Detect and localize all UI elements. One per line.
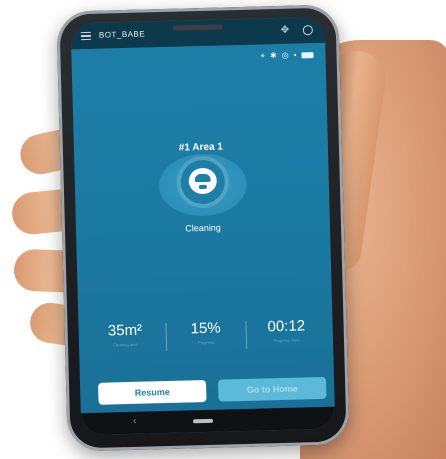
location-icon: ⌖ <box>260 51 266 61</box>
smartphone: BOT_BABE ✥ ⌖ ✱ ◎ • #1 Area 1 Cleaning 35… <box>56 4 350 452</box>
go-to-home-button[interactable]: Go to Home <box>217 376 327 402</box>
stat-progress: 15% Progress <box>165 319 247 361</box>
menu-icon[interactable] <box>80 31 92 41</box>
signal-icon: • <box>293 50 297 60</box>
photo-stage: BOT_BABE ✥ ⌖ ✱ ◎ • #1 Area 1 Cleaning 35… <box>0 0 446 459</box>
system-nav-bar: ‹ <box>80 406 336 436</box>
app-title: BOT_BABE <box>98 29 146 40</box>
stat-caption: Progress Time <box>273 337 300 344</box>
stat-caption: Progress <box>197 339 215 346</box>
back-icon[interactable]: ‹ <box>133 416 137 427</box>
robot-vacuum-icon <box>188 167 218 195</box>
bluetooth-icon: ✱ <box>269 51 277 61</box>
status-icons: ⌖ ✱ ◎ • <box>260 50 314 61</box>
stat-value: 35m² <box>107 321 143 340</box>
robot-status-halo <box>158 152 248 218</box>
phone-speaker <box>172 24 223 31</box>
settings-icon[interactable] <box>302 25 313 36</box>
stat-value: 00:12 <box>267 317 306 336</box>
stat-value: 15% <box>190 319 221 338</box>
home-indicator[interactable] <box>193 418 214 424</box>
wifi-icon: ◎ <box>281 50 289 60</box>
top-bar: BOT_BABE ✥ <box>70 16 326 50</box>
cleaning-status: Cleaning <box>185 222 221 234</box>
app-screen: BOT_BABE ✥ ⌖ ✱ ◎ • #1 Area 1 Cleaning 35… <box>70 16 336 436</box>
battery-icon <box>301 52 314 59</box>
stat-caption: Cleaning area <box>112 341 138 348</box>
stat-cleaning-area: 35m² Cleaning area <box>84 321 166 363</box>
resume-button[interactable]: Resume <box>98 379 207 405</box>
stat-progress-time: 00:12 Progress Time <box>246 317 328 359</box>
robot-ring[interactable] <box>180 159 226 205</box>
stats-row: 35m² Cleaning area 15% Progress 00:12 Pr… <box>84 317 327 363</box>
move-icon[interactable]: ✥ <box>281 25 290 36</box>
